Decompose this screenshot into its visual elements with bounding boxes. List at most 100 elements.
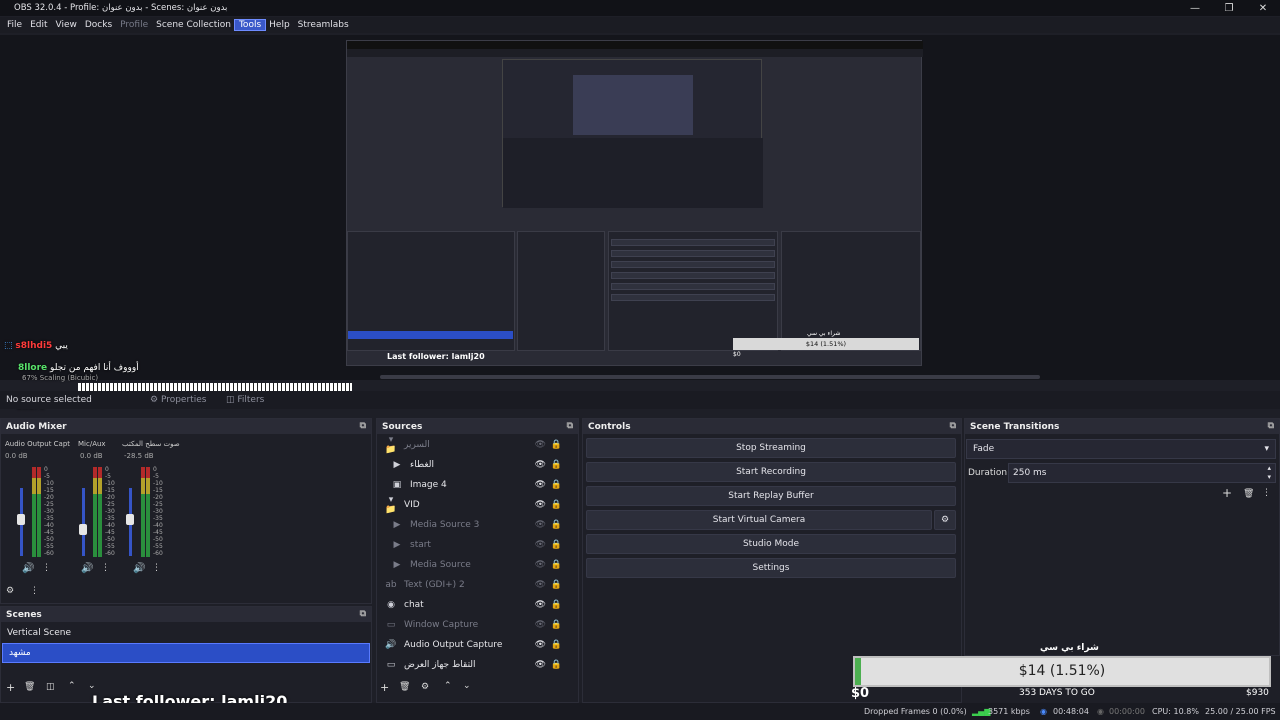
studio-mode-button[interactable]: Studio Mode bbox=[586, 534, 956, 554]
rec-time: 00:00:00 bbox=[1109, 707, 1145, 716]
more-icon[interactable]: ⋮ bbox=[152, 563, 161, 573]
start-virtual-camera-button[interactable]: Start Virtual Camera bbox=[586, 510, 932, 530]
source-item[interactable]: ▾📁 السرير 👁 🔒 bbox=[384, 435, 572, 455]
menu-view[interactable]: View bbox=[52, 20, 81, 30]
start-recording-button[interactable]: Start Recording bbox=[586, 462, 956, 482]
source-item[interactable]: ▭ Window Capture 👁 🔒 bbox=[384, 616, 572, 634]
source-item[interactable]: ab Text (GDI+) 2 👁 🔒 bbox=[384, 576, 572, 594]
source-item[interactable]: ◉ chat 👁 🔒 bbox=[384, 596, 572, 614]
transition-menu-icon[interactable]: ⋮ bbox=[1262, 488, 1271, 498]
source-item[interactable]: ▶ start 👁 🔒 bbox=[390, 536, 572, 554]
undock-icon[interactable]: ⧉ bbox=[1268, 421, 1274, 431]
source-item[interactable]: ▶ الغطاء 👁 🔒 bbox=[390, 456, 572, 474]
speaker-icon[interactable]: 🔊 bbox=[81, 563, 93, 574]
add-source-icon[interactable]: + bbox=[380, 681, 389, 694]
add-scene-icon[interactable]: + bbox=[6, 681, 15, 694]
level-meter bbox=[98, 467, 102, 557]
fader-knob[interactable] bbox=[17, 514, 25, 525]
undock-icon[interactable]: ⧉ bbox=[360, 421, 366, 431]
menu-profile[interactable]: Profile bbox=[116, 20, 152, 30]
scene-filters-icon[interactable]: ◫ bbox=[46, 682, 55, 692]
menu-streamlabs[interactable]: Streamlabs bbox=[294, 20, 353, 30]
source-item[interactable]: ▣ Image 4 👁 🔒 bbox=[390, 476, 572, 494]
visibility-icon: 👁 bbox=[534, 480, 546, 490]
menu-docks[interactable]: Docks bbox=[81, 20, 116, 30]
lock-icon: 🔒 bbox=[550, 600, 562, 610]
nested-menu-bar bbox=[347, 49, 923, 57]
remove-transition-icon[interactable]: 🗑 bbox=[1243, 489, 1254, 499]
move-up-icon[interactable]: ⌃ bbox=[68, 681, 76, 691]
lock-icon: 🔒 bbox=[550, 620, 562, 630]
nested-obs-capture: $14 (1.51%) $0 شراء بي سي Last follower:… bbox=[346, 40, 923, 366]
menu-edit[interactable]: Edit bbox=[26, 20, 51, 30]
level-meter bbox=[93, 467, 97, 557]
remove-source-icon[interactable]: 🗑 bbox=[399, 682, 410, 692]
nested-sources bbox=[517, 231, 605, 351]
menu-bar: File Edit View Docks Profile Scene Colle… bbox=[0, 17, 1280, 33]
undock-icon[interactable]: ⧉ bbox=[567, 421, 573, 431]
transition-select[interactable]: Fade ▾ bbox=[966, 439, 1276, 459]
source-item[interactable]: ▶ Media Source 3 👁 🔒 bbox=[390, 516, 572, 534]
advanced-audio-icon[interactable]: ⚙ bbox=[6, 586, 14, 596]
lock-icon: 🔒 bbox=[550, 640, 562, 650]
stop-streaming-button[interactable]: Stop Streaming bbox=[586, 438, 956, 458]
volume-fader[interactable] bbox=[82, 488, 85, 556]
channel-name: Mic/Aux bbox=[78, 440, 106, 448]
lock-icon: 🔒 bbox=[550, 580, 562, 590]
speaker-icon[interactable]: 🔊 bbox=[22, 563, 34, 574]
start-replay-buffer-button[interactable]: Start Replay Buffer bbox=[586, 486, 956, 506]
lock-icon: 🔒 bbox=[550, 560, 562, 570]
menu-tools[interactable]: Tools bbox=[233, 19, 267, 31]
menu-scene-collection[interactable]: Scene Collection bbox=[152, 20, 235, 30]
meter-scale: 0 -5 -10 -15 -20 -25 -30 -35 -40 -45 -50 -55 -60 bbox=[153, 466, 163, 557]
twitch-icon: ⬚ bbox=[4, 341, 13, 351]
transitions-title: Scene Transitions bbox=[970, 421, 1060, 432]
speaker-icon[interactable]: 🔊 bbox=[133, 563, 145, 574]
mixer-menu-icon[interactable]: ⋮ bbox=[30, 586, 39, 596]
status-bar: Dropped Frames 0 (0.0%) ▂▄▆ 3571 kbps ◉ … bbox=[0, 703, 1280, 720]
goal-bar: $14 (1.51%) bbox=[853, 656, 1271, 687]
menu-file[interactable]: File bbox=[3, 20, 26, 30]
goal-value: $14 (1.51%) bbox=[1018, 663, 1106, 679]
menu-help[interactable]: Help bbox=[265, 20, 294, 30]
lock-icon: 🔒 bbox=[550, 540, 562, 550]
close-button[interactable]: ✕ bbox=[1246, 3, 1280, 14]
maximize-button[interactable]: ❐ bbox=[1212, 3, 1246, 14]
move-up-icon[interactable]: ⌃ bbox=[444, 681, 452, 691]
fader-knob[interactable] bbox=[79, 524, 87, 535]
nested-scene-selection bbox=[348, 331, 513, 339]
vcam-settings-gear-icon[interactable]: ⚙ bbox=[934, 510, 956, 530]
scene-item-selected[interactable]: مشهد bbox=[2, 643, 370, 663]
undock-icon[interactable]: ⧉ bbox=[950, 421, 956, 431]
nested-goal-title: شراء بي سي bbox=[807, 330, 841, 337]
scene-item[interactable]: Vertical Scene bbox=[7, 628, 71, 638]
level-meter bbox=[146, 467, 150, 557]
chat-message: 8llore أوووف أنا افهم من تجلو bbox=[18, 363, 139, 373]
move-down-icon[interactable]: ⌄ bbox=[88, 681, 96, 691]
settings-button[interactable]: Settings bbox=[586, 558, 956, 578]
nested-controls bbox=[608, 231, 778, 351]
more-icon[interactable]: ⋮ bbox=[101, 563, 110, 573]
undock-icon[interactable]: ⧉ bbox=[360, 609, 366, 619]
properties-button[interactable]: ⚙ Properties bbox=[150, 395, 206, 405]
move-down-icon[interactable]: ⌄ bbox=[463, 681, 471, 691]
filters-button[interactable]: ◫ Filters bbox=[226, 395, 264, 405]
duration-spinbox[interactable]: 250 ms ▴ ▾ bbox=[1008, 463, 1276, 483]
more-icon[interactable]: ⋮ bbox=[42, 563, 51, 573]
channel-db: 0.0 dB bbox=[80, 452, 103, 460]
fader-knob[interactable] bbox=[126, 514, 134, 525]
lock-icon: 🔒 bbox=[550, 660, 562, 670]
remove-scene-icon[interactable]: 🗑 bbox=[24, 682, 35, 692]
source-item[interactable]: ▭ التقاط جهاز العرض 👁 🔒 bbox=[384, 656, 572, 674]
preview-scrollbar[interactable] bbox=[380, 375, 1040, 379]
source-item[interactable]: ▶ Media Source 👁 🔒 bbox=[390, 556, 572, 574]
add-transition-icon[interactable]: + bbox=[1222, 486, 1232, 500]
source-item[interactable]: 🔊 Audio Output Capture 👁 🔒 bbox=[384, 636, 572, 654]
level-meter bbox=[141, 467, 145, 557]
source-item[interactable]: ▾📁 VID 👁 🔒 bbox=[384, 495, 572, 515]
source-properties-icon[interactable]: ⚙ bbox=[421, 682, 429, 692]
goal-days: 353 DAYS TO GO bbox=[1019, 688, 1095, 698]
window-title: OBS 32.0.4 - Profile: بدون عنوان - Scene… bbox=[14, 3, 228, 13]
minimize-button[interactable]: — bbox=[1178, 3, 1212, 14]
dropped-frames: Dropped Frames 0 (0.0%) bbox=[864, 707, 967, 716]
